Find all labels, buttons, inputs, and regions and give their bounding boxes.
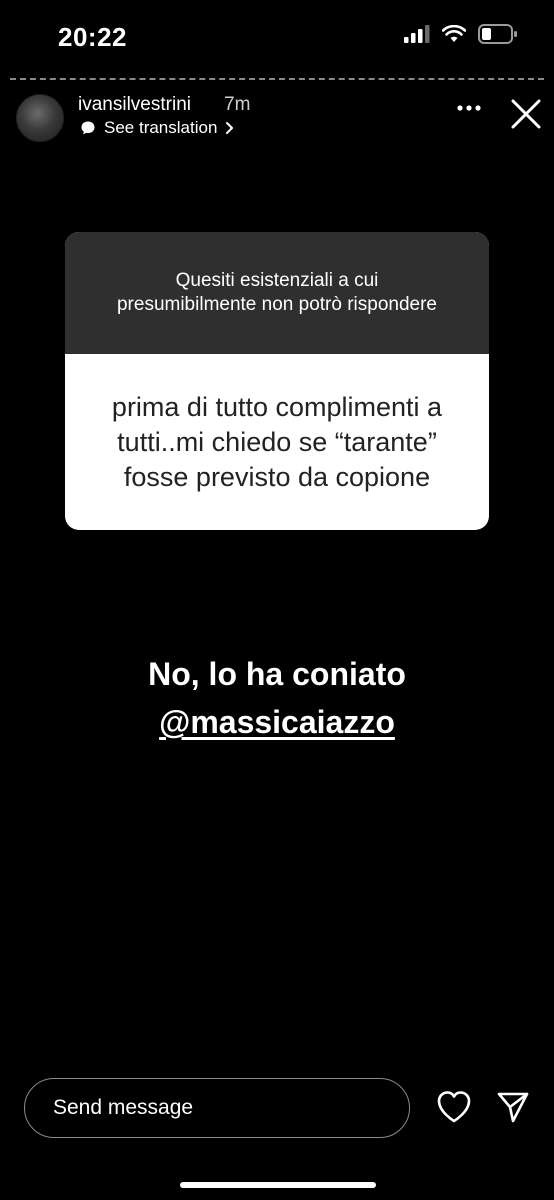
heart-icon[interactable] xyxy=(436,1090,472,1124)
story-reply-text: No, lo ha coniato @massicaiazzo xyxy=(0,650,554,746)
question-sticker: Quesiti esistenziali a cui presumibilmen… xyxy=(65,232,489,530)
home-indicator xyxy=(180,1182,376,1188)
status-icons xyxy=(404,24,518,44)
status-time: 20:22 xyxy=(58,22,127,52)
question-prompt: Quesiti esistenziali a cui presumibilmen… xyxy=(65,232,489,354)
wifi-icon xyxy=(442,25,466,42)
question-answer: prima di tutto complimenti a tutti..mi c… xyxy=(111,391,443,492)
translate-icon xyxy=(81,121,95,135)
post-time: 7m xyxy=(224,94,251,115)
mention-link[interactable]: @massicaiazzo xyxy=(159,704,395,740)
status-bar: 20:22 xyxy=(0,0,554,70)
username[interactable]: ivansilvestrini xyxy=(78,94,191,116)
story-progress-bar xyxy=(10,78,544,80)
chevron-right-icon xyxy=(226,122,234,134)
avatar[interactable] xyxy=(16,94,64,142)
more-icon[interactable] xyxy=(456,104,482,112)
signal-icon xyxy=(404,25,430,43)
see-translation-link[interactable]: See translation xyxy=(80,118,235,138)
see-translation-label: See translation xyxy=(104,118,218,137)
send-icon[interactable] xyxy=(496,1090,530,1124)
battery-icon xyxy=(478,24,517,44)
close-icon[interactable] xyxy=(510,98,542,130)
reply-line: No, lo ha coniato xyxy=(148,656,406,692)
send-message-input[interactable]: Send message xyxy=(24,1078,410,1138)
story-header: ivansilvestrini 7m See translation xyxy=(0,90,554,150)
